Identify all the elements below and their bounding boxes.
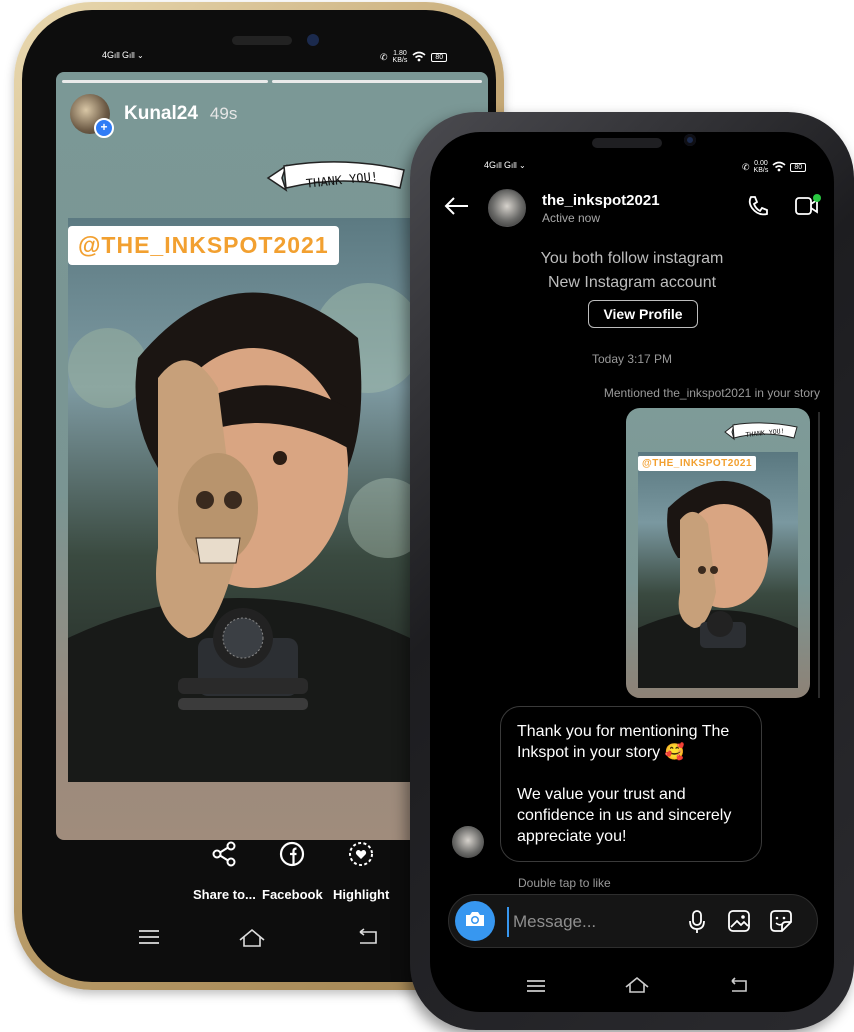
back-icon[interactable]: [356, 928, 380, 954]
follow-info: You both follow instagram: [540, 250, 724, 267]
speaker-grille: [592, 138, 662, 148]
gallery-icon[interactable]: [727, 909, 751, 938]
back-arrow-icon[interactable]: [444, 196, 470, 221]
story-thumbnail-photo: [638, 452, 798, 688]
phone-call-icon[interactable]: [746, 194, 770, 223]
sticker-icon[interactable]: [769, 909, 793, 938]
menu-icon[interactable]: [138, 928, 238, 954]
highlight-button[interactable]: Highlight: [333, 840, 389, 902]
message-text: We value your trust and confidence in us…: [517, 786, 732, 845]
highlight-icon: [347, 840, 375, 873]
timestamp: Today 3:17 PM: [591, 352, 673, 366]
share-icon: [210, 840, 238, 873]
double-tap-hint: Double tap to like: [518, 876, 611, 890]
message-input[interactable]: [507, 907, 665, 937]
dm-screen: 4Gıll Gıll ⌄ ✆ 0.00 KB/s 80 the_inkspot20…: [430, 132, 834, 1012]
story-username[interactable]: Kunal24: [124, 103, 198, 125]
avatar[interactable]: +: [70, 94, 114, 138]
menu-icon[interactable]: [526, 976, 624, 1000]
avatar[interactable]: [452, 826, 484, 858]
mention-tag[interactable]: @THE_INKSPOT2021: [68, 226, 339, 265]
scrollbar[interactable]: [818, 412, 820, 698]
message-composer: [448, 894, 818, 948]
thank-you-sticker: THANK YOU!: [724, 422, 798, 441]
battery-indicator: 80: [790, 162, 807, 172]
story-progress-1: [62, 80, 268, 83]
highlight-label: Highlight: [333, 887, 390, 902]
facebook-button[interactable]: Facebook: [262, 840, 323, 902]
front-camera: [684, 134, 696, 146]
chat-title[interactable]: the_inkspot2021 Active now: [542, 192, 746, 225]
back-nav-bar: [138, 928, 380, 954]
view-profile-button[interactable]: View Profile: [588, 300, 698, 328]
story-thumbnail[interactable]: THANK YOU! @THE_INKSPOT2021: [626, 408, 810, 698]
front-phone: 4Gıll Gıll ⌄ ✆ 0.00 KB/s 80 the_inkspot20…: [410, 112, 854, 1030]
speaker-grille: [232, 36, 292, 45]
net-speed: 0.00 KB/s: [753, 160, 769, 174]
chat-header: the_inkspot2021 Active now: [444, 184, 821, 232]
thank-you-sticker: THANK YOU!: [264, 158, 414, 198]
front-camera: [307, 34, 319, 46]
share-to-label: Share to...: [193, 887, 256, 902]
message-text: Thank you for mentioning The Inkspot in …: [517, 723, 730, 761]
share-to-button[interactable]: Share to...: [193, 840, 256, 902]
account-info: New Instagram account: [547, 274, 717, 291]
wifi-icon: [412, 51, 426, 64]
call-status-icon: ✆: [742, 161, 750, 172]
story-photo: [68, 218, 410, 782]
facebook-label: Facebook: [262, 887, 323, 902]
back-icon[interactable]: [728, 976, 750, 1000]
story-time: 49s: [209, 104, 238, 123]
message-bubble[interactable]: Thank you for mentioning The Inkspot in …: [500, 706, 762, 862]
online-dot: [813, 193, 821, 202]
add-story-icon[interactable]: +: [94, 118, 114, 138]
microphone-icon[interactable]: [687, 909, 707, 940]
chat-username[interactable]: the_inkspot2021: [542, 192, 746, 209]
video-call-icon[interactable]: [794, 193, 821, 223]
facebook-icon: [278, 840, 306, 873]
net-speed: 1.80 KB/s: [392, 50, 408, 64]
story-user-row[interactable]: + Kunal24 49s: [70, 94, 238, 138]
mention-note: Mentioned the_inkspot2021 in your story: [603, 386, 820, 400]
camera-button[interactable]: [455, 901, 495, 941]
mention-tag: @THE_INKSPOT2021: [638, 456, 757, 471]
status-network: 4Gıll Gıll ⌄: [102, 50, 144, 60]
status-right: ✆ 1.80 KB/s 80: [380, 50, 448, 64]
status-right: ✆ 0.00 KB/s 80: [742, 160, 807, 174]
front-nav-bar: [526, 976, 750, 1000]
wifi-icon: [772, 161, 786, 174]
home-icon[interactable]: [624, 976, 728, 1000]
battery-indicator: 80: [431, 52, 448, 62]
home-icon[interactable]: [238, 928, 356, 954]
call-status-icon: ✆: [380, 51, 388, 62]
avatar[interactable]: [488, 189, 526, 227]
camera-icon: [464, 910, 486, 933]
active-status: Active now: [542, 210, 601, 225]
story-progress-2: [272, 80, 482, 83]
status-network: 4Gıll Gıll ⌄: [484, 160, 526, 170]
